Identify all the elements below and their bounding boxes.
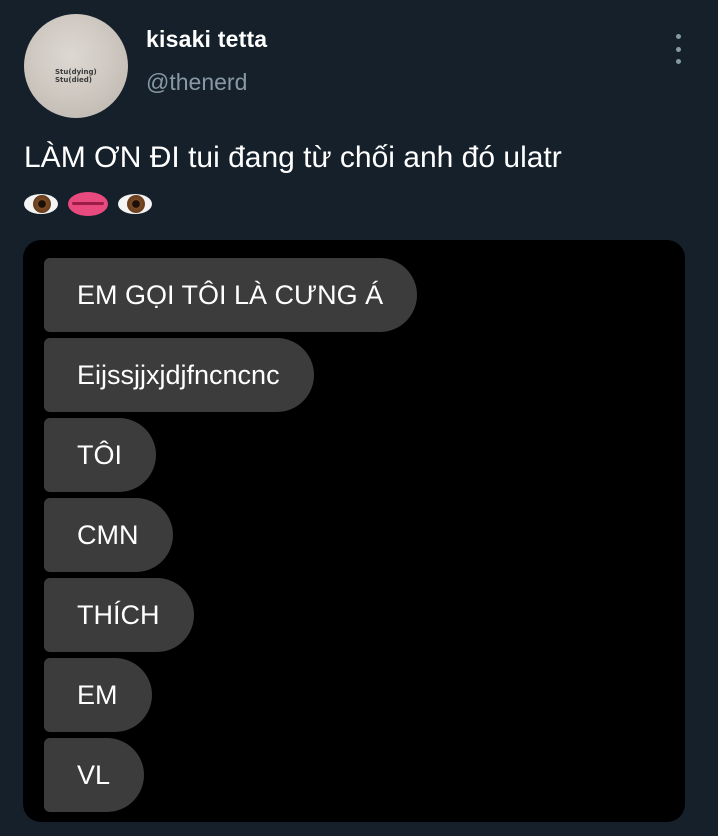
chat-bubble: Eijssjjxjdjfncncnc [44,338,314,412]
chat-bubble: EM [44,658,152,732]
more-dot [675,46,681,52]
chat-bubble: TÔI [44,418,156,492]
more-options-icon[interactable] [668,34,688,64]
chat-bubble: THÍCH [44,578,194,652]
tweet-media-image[interactable]: EM GỌI TÔI LÀ CƯNG Á Eijssjjxjdjfncncnc … [23,240,685,822]
eye-emoji-icon [118,194,152,214]
display-name[interactable]: kisaki tetta [146,26,267,53]
avatar[interactable]: Stu(dying) Stu(died) [24,14,128,118]
user-handle[interactable]: @thenerd [146,69,247,96]
emoji-row [24,186,152,216]
more-dot [675,34,681,39]
chat-bubble: CMN [44,498,173,572]
chat-bubble: VL [44,738,145,812]
avatar-shirt-text: Stu(dying) Stu(died) [55,68,97,84]
lips-emoji-icon [68,192,108,216]
more-dot [675,59,681,64]
eye-emoji-icon [24,194,58,214]
avatar-text-line-2: Stu(died) [55,76,92,84]
chat-bubble: EM GỌI TÔI LÀ CƯNG Á [44,258,418,332]
tweet-text: LÀM ƠN ĐI tui đang từ chối anh đó ulatr [24,141,562,174]
avatar-text-line-1: Stu(dying) [55,68,97,76]
